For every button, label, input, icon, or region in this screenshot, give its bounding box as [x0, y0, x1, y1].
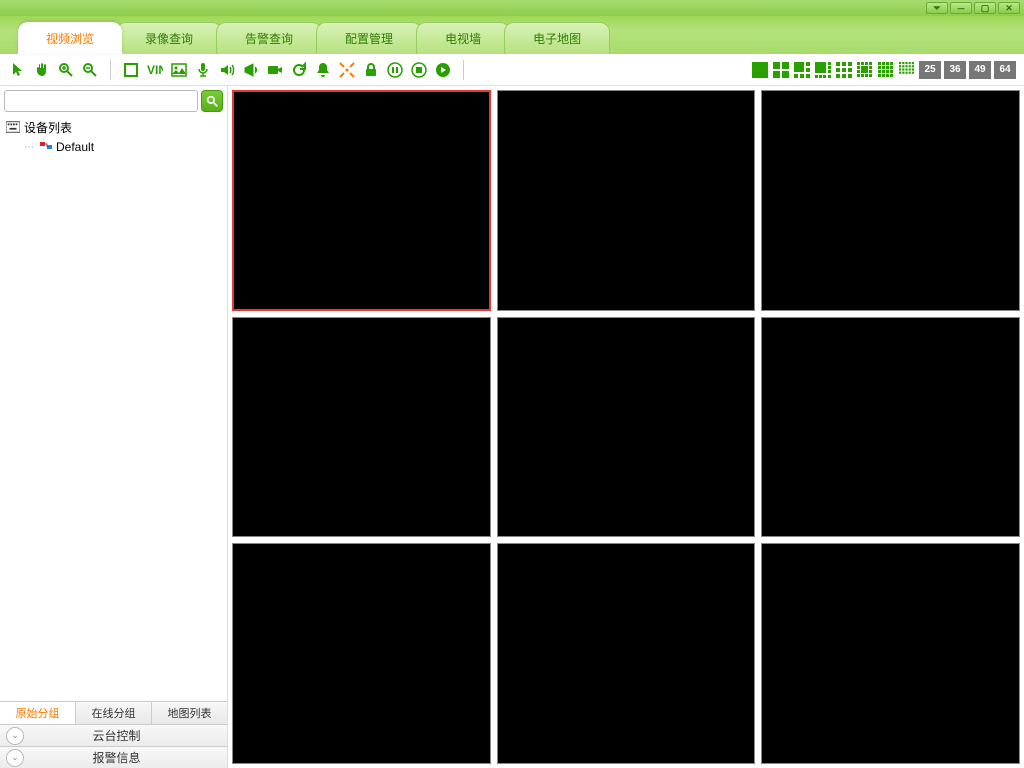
panel-ptz-label: 云台控制: [30, 727, 203, 744]
svg-text:VIN2: VIN2: [147, 63, 163, 77]
video-cell-7[interactable]: [232, 543, 491, 764]
device-icon: [40, 142, 52, 152]
zoom-in-icon[interactable]: [56, 60, 76, 80]
toolbar: VIN2 25 36 49 64: [0, 54, 1024, 86]
vin2-icon[interactable]: VIN2: [145, 60, 165, 80]
layout-64-button[interactable]: 64: [994, 61, 1016, 79]
menu-button[interactable]: ⏷: [926, 2, 948, 14]
video-cell-2[interactable]: [497, 90, 756, 311]
layout-36-button[interactable]: 36: [944, 61, 966, 79]
sidebar-tab-map[interactable]: 地图列表: [152, 702, 227, 724]
divider: [110, 60, 111, 80]
pause-icon[interactable]: [385, 60, 405, 80]
pointer-icon[interactable]: [8, 60, 28, 80]
panel-alarm-label: 报警信息: [30, 749, 203, 766]
tab-emap[interactable]: 电子地图: [504, 22, 610, 54]
layout-49-button[interactable]: 49: [969, 61, 991, 79]
tree-item-default[interactable]: ⋯ Default: [6, 138, 221, 156]
sidebar-tabs: 原始分组 在线分组 地图列表: [0, 701, 227, 724]
video-cell-8[interactable]: [497, 543, 756, 764]
search-input[interactable]: [4, 90, 198, 112]
layout-16-icon[interactable]: [877, 61, 895, 79]
tab-tv-wall[interactable]: 电视墙: [416, 22, 510, 54]
layout-25-button[interactable]: 25: [919, 61, 941, 79]
layout-13-icon[interactable]: [856, 61, 874, 79]
tree-item-label: Default: [56, 140, 94, 154]
titlebar: ⏷ － ▢ ✕: [0, 0, 1024, 16]
tab-config[interactable]: 配置管理: [316, 22, 422, 54]
zoom-out-icon[interactable]: [80, 60, 100, 80]
volume-icon[interactable]: [217, 60, 237, 80]
video-cell-6[interactable]: [761, 317, 1020, 538]
chevron-down-icon: ⌄: [6, 749, 24, 767]
image-icon[interactable]: [169, 60, 189, 80]
camera-icon[interactable]: [265, 60, 285, 80]
megaphone-icon[interactable]: [241, 60, 261, 80]
panel-ptz[interactable]: ⌄ 云台控制: [0, 724, 227, 746]
keyboard-icon: [6, 121, 20, 133]
maximize-button[interactable]: ▢: [974, 2, 996, 14]
lock-icon[interactable]: [361, 60, 381, 80]
refresh-icon[interactable]: [289, 60, 309, 80]
layout-1-icon[interactable]: [751, 61, 769, 79]
minimize-button[interactable]: －: [950, 2, 972, 14]
sidebar-tab-online[interactable]: 在线分组: [76, 702, 152, 724]
video-cell-4[interactable]: [232, 317, 491, 538]
tree-root[interactable]: 设备列表: [6, 118, 221, 136]
video-cell-5[interactable]: [497, 317, 756, 538]
sidebar: 设备列表 ⋯ Default 原始分组 在线分组 地图列表 ⌄ 云台控制 ⌄ 报…: [0, 86, 228, 768]
layout-4-icon[interactable]: [772, 61, 790, 79]
close-button[interactable]: ✕: [998, 2, 1020, 14]
tree-root-label: 设备列表: [24, 119, 72, 136]
play-icon[interactable]: [433, 60, 453, 80]
sidebar-tab-original[interactable]: 原始分组: [0, 702, 76, 724]
video-cell-9[interactable]: [761, 543, 1020, 764]
layout-8-icon[interactable]: [814, 61, 832, 79]
hand-icon[interactable]: [32, 60, 52, 80]
chevron-down-icon: ⌄: [6, 727, 24, 745]
stop-icon[interactable]: [409, 60, 429, 80]
divider: [463, 60, 464, 80]
tab-video-browse[interactable]: 视频浏览: [18, 22, 122, 54]
bell-icon[interactable]: [313, 60, 333, 80]
layout-9-icon[interactable]: [835, 61, 853, 79]
tree-connector: ⋯: [24, 142, 34, 153]
panel-alarm[interactable]: ⌄ 报警信息: [0, 746, 227, 768]
center-icon[interactable]: [337, 60, 357, 80]
fullscreen-icon[interactable]: [121, 60, 141, 80]
device-tree: 设备列表 ⋯ Default: [0, 116, 227, 701]
video-cell-1[interactable]: [232, 90, 491, 311]
search-button[interactable]: [201, 90, 223, 112]
tab-alarm-query[interactable]: 告警查询: [216, 22, 322, 54]
main-tabs: 视频浏览 录像查询 告警查询 配置管理 电视墙 电子地图: [0, 16, 1024, 54]
video-cell-3[interactable]: [761, 90, 1020, 311]
mic-icon[interactable]: [193, 60, 213, 80]
video-grid-area: [228, 86, 1024, 768]
tab-record-query[interactable]: 录像查询: [116, 22, 222, 54]
layout-20-icon[interactable]: [898, 61, 916, 79]
layout-6-icon[interactable]: [793, 61, 811, 79]
